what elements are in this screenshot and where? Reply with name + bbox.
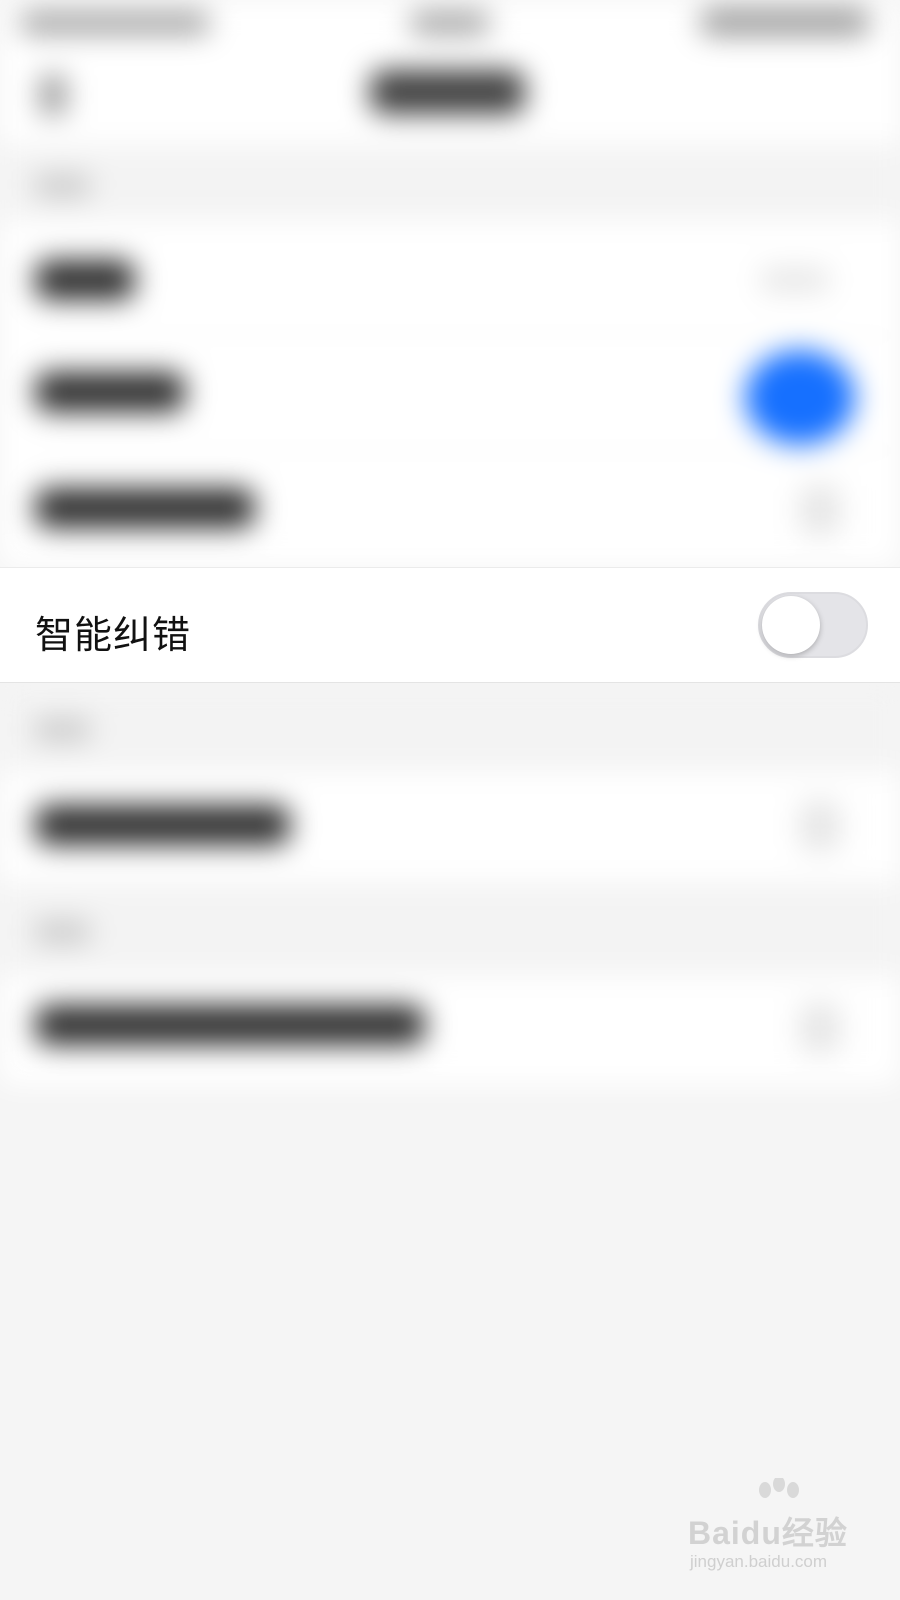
divider <box>35 335 900 336</box>
baidu-jingyan-watermark: Baidu经验 jingyan.baidu.com <box>688 1478 858 1580</box>
chevron-right-icon <box>800 801 840 851</box>
section-header-label-blur <box>35 175 90 197</box>
chevron-right-icon <box>800 485 840 535</box>
settings-row-3-label-blur <box>35 488 255 528</box>
settings-group-2 <box>0 771 900 883</box>
smart-correction-label: 智能纠错 <box>35 613 192 657</box>
divider <box>35 450 900 451</box>
settings-row-5-label-blur <box>35 1005 425 1045</box>
settings-row-4-label-blur <box>35 805 290 845</box>
section-header-3 <box>0 883 900 975</box>
section-header-1 <box>0 145 900 220</box>
smart-correction-row: 智能纠错 <box>0 567 900 683</box>
navigation-bar <box>0 50 900 145</box>
section-header-label-blur <box>35 719 90 741</box>
status-bar-left-blur <box>20 12 210 34</box>
settings-screen: 智能纠错 Baidu经验 jingyan.baidu.com <box>0 0 900 1600</box>
section-header-2 <box>0 681 900 771</box>
watermark-brand: Baidu经验 <box>688 1515 848 1551</box>
page-title-blur <box>370 70 525 114</box>
watermark-url: jingyan.baidu.com <box>690 1552 828 1571</box>
back-arrow-icon[interactable] <box>40 75 66 115</box>
chevron-right-icon <box>800 1003 840 1053</box>
status-bar-right-blur <box>700 8 870 36</box>
settings-row-2-label-blur <box>35 372 185 412</box>
settings-row-1-value-blur <box>760 268 830 292</box>
status-bar <box>0 0 900 50</box>
status-bar-center-blur <box>410 12 490 34</box>
settings-row-1-label-blur <box>35 260 135 300</box>
smart-correction-toggle[interactable] <box>758 592 868 658</box>
blurred-background <box>0 0 900 1600</box>
settings-group-3 <box>0 975 900 1085</box>
toggle-knob <box>762 596 820 654</box>
enabled-toggle-blur <box>745 350 855 445</box>
section-header-label-blur <box>35 921 90 943</box>
